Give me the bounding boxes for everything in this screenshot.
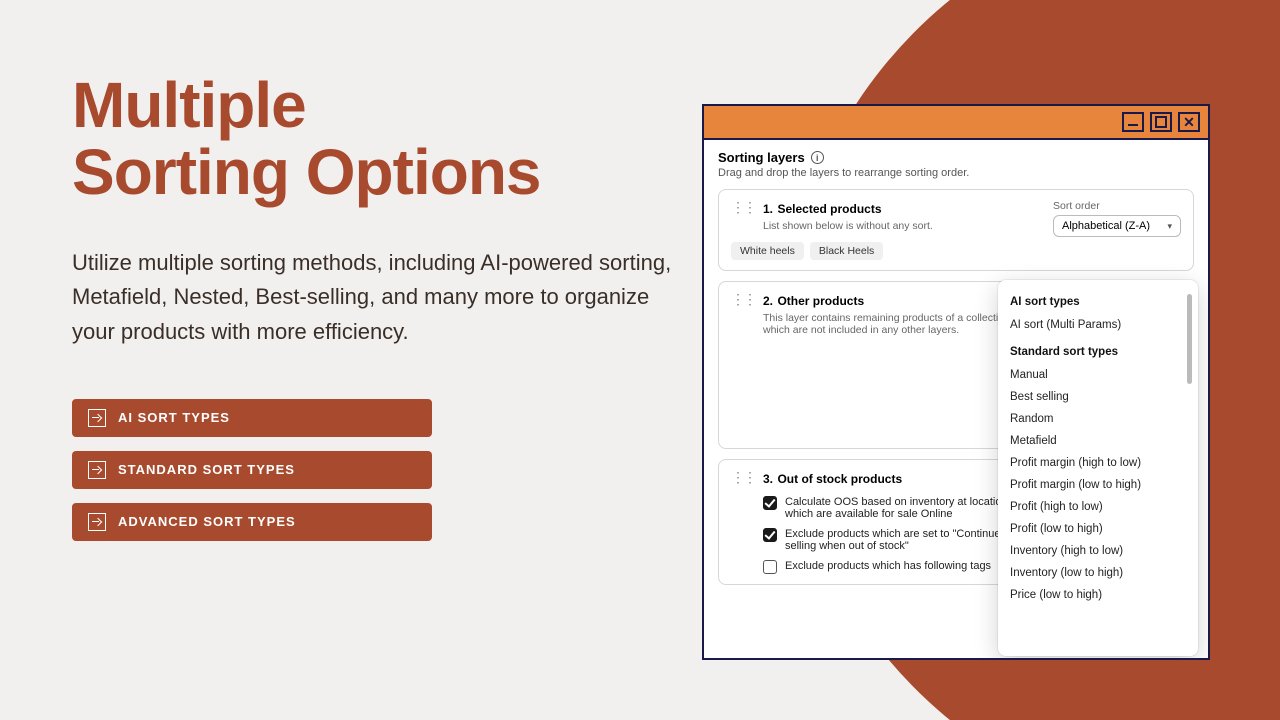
checkbox-label: Calculate OOS based on inventory at loca…: [785, 496, 1023, 520]
checkbox-row: Calculate OOS based on inventory at loca…: [763, 496, 1023, 520]
section-subtext: Drag and drop the layers to rearrange so…: [718, 167, 1194, 179]
checkbox-label: Exclude products which has following tag…: [785, 560, 991, 572]
pill-label: AI SORT TYPES: [118, 410, 230, 425]
tag-white-heels[interactable]: White heels: [731, 242, 804, 260]
dropdown-item[interactable]: Profit margin (low to high): [1010, 474, 1194, 496]
pill-label: ADVANCED SORT TYPES: [118, 514, 296, 529]
enter-icon: [88, 409, 106, 427]
sort-order-group: Sort order Alphabetical (Z-A) ▾: [1053, 200, 1181, 237]
window-close-button[interactable]: ✕: [1178, 112, 1200, 132]
layer-number: 1.: [763, 202, 773, 216]
section-heading-text: Sorting layers: [718, 150, 805, 165]
dropdown-item[interactable]: Profit (low to high): [1010, 518, 1194, 540]
layer-selected-products: ⋮⋮ 1. Selected products List shown below…: [718, 189, 1194, 271]
dropdown-item[interactable]: Profit margin (high to low): [1010, 452, 1194, 474]
enter-icon: [88, 461, 106, 479]
info-icon[interactable]: i: [811, 151, 824, 164]
window-body: Sorting layers i Drag and drop the layer…: [704, 140, 1208, 658]
dropdown-item[interactable]: Inventory (low to high): [1010, 562, 1194, 584]
title-line-2: Sorting Options: [72, 136, 541, 208]
enter-icon: [88, 513, 106, 531]
pill-advanced-sort-types[interactable]: ADVANCED SORT TYPES: [72, 503, 432, 541]
dropdown-item[interactable]: Best selling: [1010, 386, 1194, 408]
scrollbar-thumb[interactable]: [1187, 294, 1192, 384]
tag-black-heels[interactable]: Black Heels: [810, 242, 883, 260]
checkbox-exclude-continue[interactable]: [763, 528, 777, 542]
dropdown-item[interactable]: Random: [1010, 408, 1194, 430]
pill-standard-sort-types[interactable]: STANDARD SORT TYPES: [72, 451, 432, 489]
layer-number: 2.: [763, 294, 773, 308]
chevron-down-icon: ▾: [1167, 221, 1172, 232]
window-minimize-button[interactable]: [1122, 112, 1144, 132]
dropdown-group-ai: AI sort types: [1010, 296, 1194, 308]
pill-ai-sort-types[interactable]: AI SORT TYPES: [72, 399, 432, 437]
pill-label: STANDARD SORT TYPES: [118, 462, 295, 477]
drag-handle-icon[interactable]: ⋮⋮: [731, 292, 755, 306]
title-line-1: Multiple: [72, 69, 306, 141]
window-titlebar: ✕: [704, 106, 1208, 140]
sort-order-value: Alphabetical (Z-A): [1062, 220, 1150, 232]
checkbox-row: Exclude products which has following tag…: [763, 560, 1023, 574]
layer-number: 3.: [763, 472, 773, 486]
layer-title: Out of stock products: [777, 472, 902, 486]
layer-desc: List shown below is without any sort.: [763, 220, 933, 232]
dropdown-item[interactable]: Metafield: [1010, 430, 1194, 452]
dropdown-item[interactable]: Manual: [1010, 364, 1194, 386]
checkbox-label: Exclude products which are set to "Conti…: [785, 528, 1023, 552]
left-column: Multiple Sorting Options Utilize multipl…: [72, 72, 722, 541]
feature-pill-list: AI SORT TYPES STANDARD SORT TYPES ADVANC…: [72, 399, 432, 541]
sort-type-dropdown[interactable]: AI sort types AI sort (Multi Params) Sta…: [998, 280, 1198, 656]
tag-list: White heels Black Heels: [731, 242, 1181, 260]
drag-handle-icon[interactable]: ⋮⋮: [731, 200, 755, 214]
checkbox-row: Exclude products which are set to "Conti…: [763, 528, 1023, 552]
dropdown-item[interactable]: AI sort (Multi Params): [1010, 314, 1194, 336]
checkbox-exclude-tags[interactable]: [763, 560, 777, 574]
layer-title: Other products: [777, 294, 864, 308]
app-window: ✕ Sorting layers i Drag and drop the lay…: [702, 104, 1210, 660]
dropdown-group-standard: Standard sort types: [1010, 346, 1194, 358]
section-heading: Sorting layers i: [718, 150, 1194, 165]
dropdown-item[interactable]: Profit (high to low): [1010, 496, 1194, 518]
sort-order-label: Sort order: [1053, 200, 1181, 212]
window-maximize-button[interactable]: [1150, 112, 1172, 132]
layer-desc: This layer contains remaining products o…: [763, 312, 1033, 336]
sort-order-select[interactable]: Alphabetical (Z-A) ▾: [1053, 215, 1181, 237]
layer-title: Selected products: [777, 202, 881, 216]
checkbox-oos-inventory[interactable]: [763, 496, 777, 510]
page-description: Utilize multiple sorting methods, includ…: [72, 246, 692, 348]
dropdown-item[interactable]: Price (low to high): [1010, 584, 1194, 606]
page-title: Multiple Sorting Options: [72, 72, 722, 206]
dropdown-item[interactable]: Inventory (high to low): [1010, 540, 1194, 562]
drag-handle-icon[interactable]: ⋮⋮: [731, 470, 755, 484]
